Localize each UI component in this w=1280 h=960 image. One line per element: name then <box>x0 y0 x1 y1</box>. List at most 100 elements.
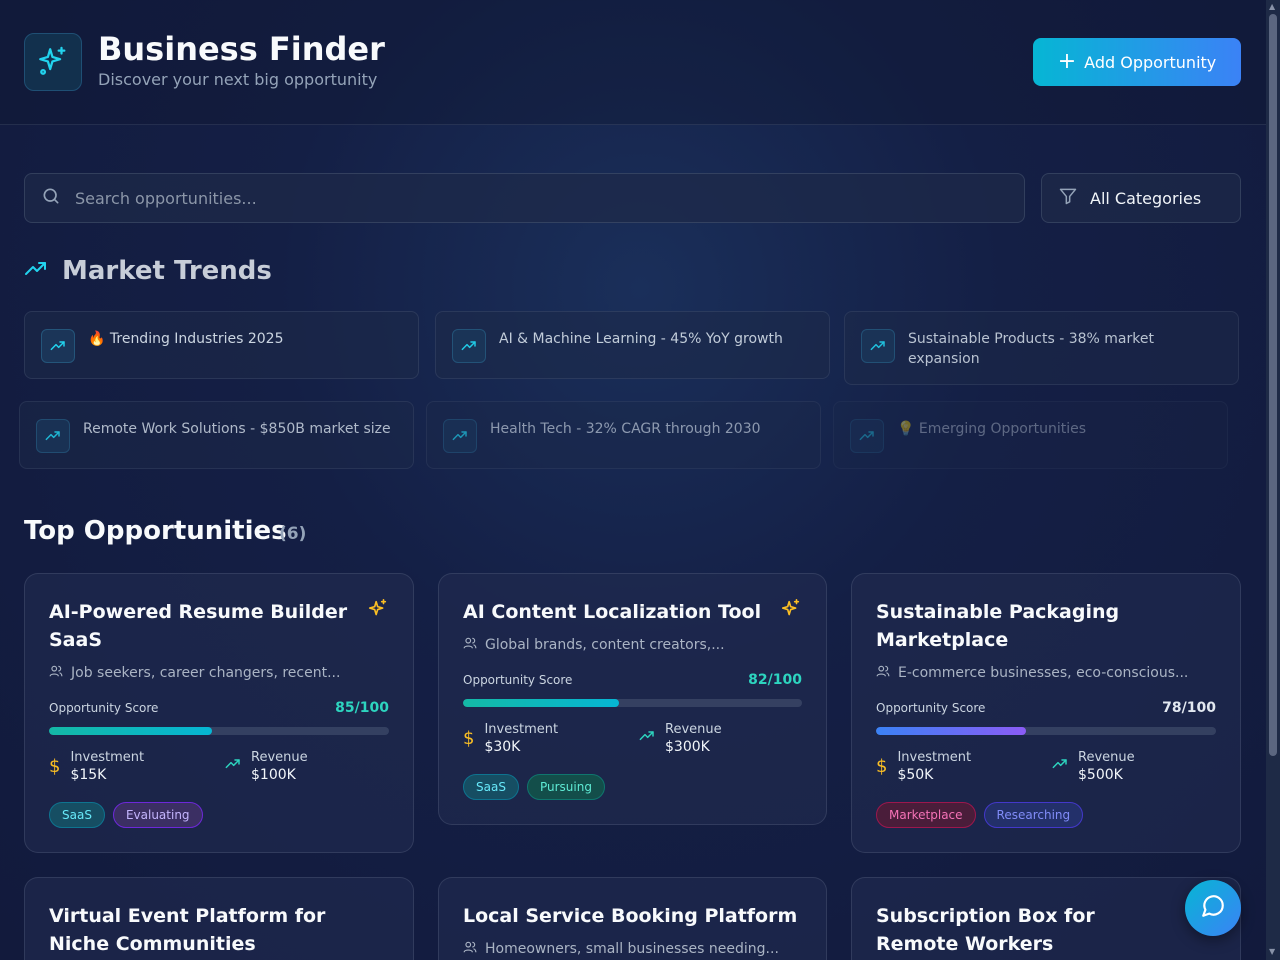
audience-text: Homeowners, small businesses needing... <box>485 941 779 957</box>
opportunity-card[interactable]: Virtual Event Platform for Niche Communi… <box>24 877 414 960</box>
plus-icon: + <box>1057 49 1077 74</box>
investment-metric: $ Investment $50K <box>876 750 971 783</box>
trend-card[interactable]: 💡 Emerging Opportunities <box>833 401 1228 469</box>
revenue-label: Revenue <box>251 750 308 765</box>
revenue-metric: Revenue $500K <box>1052 750 1135 783</box>
audience-text: Global brands, content creators,... <box>485 637 725 653</box>
score-bar <box>876 727 1216 735</box>
investment-label: Investment <box>897 750 972 765</box>
investment-value: $15K <box>70 767 107 783</box>
add-opportunity-label: Add Opportunity <box>1084 52 1217 72</box>
trend-text: Health Tech - 32% CAGR through 2030 <box>490 421 761 437</box>
trending-up-icon <box>1052 756 1068 776</box>
trend-card[interactable]: Remote Work Solutions - $850B market siz… <box>19 401 414 469</box>
chat-button[interactable] <box>1185 880 1241 936</box>
opportunity-card[interactable]: Subscription Box for Remote Workers <box>851 877 1241 960</box>
trend-card[interactable]: Health Tech - 32% CAGR through 2030 <box>426 401 821 469</box>
trend-text: AI & Machine Learning - 45% YoY growth <box>499 331 783 347</box>
score-value: 85/100 <box>335 700 389 716</box>
opportunity-title: AI Content Localization Tool <box>463 601 762 623</box>
sparkles-logo-icon <box>24 33 82 91</box>
opportunity-title: Subscription Box for Remote Workers <box>876 905 1095 955</box>
app-title: Business Finder <box>98 30 385 68</box>
revenue-metric: Revenue $100K <box>225 750 308 783</box>
trending-up-icon <box>36 419 70 453</box>
score-bar-fill <box>49 727 213 735</box>
score-value: 82/100 <box>748 672 802 688</box>
search-input[interactable] <box>75 188 975 208</box>
trending-up-icon <box>225 756 241 776</box>
investment-metric: $ Investment $15K <box>49 750 144 783</box>
score-bar-fill <box>876 727 1026 735</box>
category-select[interactable]: All Categories <box>1041 173 1241 223</box>
page-scrollbar[interactable]: ▲ ▼ <box>1266 0 1280 960</box>
score-label: Opportunity Score <box>49 701 159 715</box>
trend-text: Sustainable Products - 38% market expans… <box>908 331 1154 367</box>
filter-icon <box>1058 186 1078 210</box>
opportunity-title: Local Service Booking Platform <box>463 905 798 927</box>
trending-up-icon <box>639 728 655 748</box>
audience-text: E-commerce businesses, eco-conscious... <box>898 665 1189 681</box>
trend-card[interactable]: AI & Machine Learning - 45% YoY growth <box>435 311 830 379</box>
dollar-icon: $ <box>876 756 888 777</box>
revenue-value: $300K <box>665 739 710 755</box>
trend-card[interactable]: 🔥 Trending Industries 2025 <box>24 311 419 379</box>
trending-up-icon <box>24 257 48 285</box>
trend-card[interactable]: Sustainable Products - 38% market expans… <box>844 311 1239 385</box>
users-icon <box>463 636 477 654</box>
investment-value: $30K <box>484 739 521 755</box>
category-tag[interactable]: Marketplace <box>876 802 976 828</box>
trending-up-icon <box>861 329 895 363</box>
opportunity-title: AI-Powered Resume Builder SaaS <box>49 601 348 651</box>
market-trends-title: Market Trends <box>62 256 272 286</box>
investment-label: Investment <box>484 722 559 737</box>
trending-up-icon <box>41 329 75 363</box>
add-opportunity-button[interactable]: + Add Opportunity <box>1033 38 1241 86</box>
opportunity-card[interactable]: AI Content Localization Tool Global bran… <box>438 573 827 825</box>
target-audience: E-commerce businesses, eco-conscious... <box>876 664 1188 682</box>
score-value: 78/100 <box>1162 700 1216 716</box>
search-icon <box>41 186 61 210</box>
message-circle-icon <box>1200 893 1226 923</box>
target-audience: Global brands, content creators,... <box>463 636 725 654</box>
app-header: Business Finder Discover your next big o… <box>0 0 1266 125</box>
users-icon <box>876 664 890 682</box>
app-subtitle: Discover your next big opportunity <box>98 70 378 89</box>
search-bar[interactable] <box>24 173 1025 223</box>
score-bar <box>49 727 389 735</box>
opportunity-card[interactable]: AI-Powered Resume Builder SaaS Job seeke… <box>24 573 414 853</box>
score-label: Opportunity Score <box>876 701 986 715</box>
opportunity-title: Virtual Event Platform for Niche Communi… <box>49 905 326 955</box>
scroll-down-arrow-icon[interactable]: ▼ <box>1269 947 1275 956</box>
trend-text: 💡 Emerging Opportunities <box>897 421 1086 437</box>
opportunity-count: (6) <box>279 524 307 544</box>
trend-text: 🔥 Trending Industries 2025 <box>88 331 284 347</box>
category-tag[interactable]: SaaS <box>49 802 105 828</box>
target-audience: Homeowners, small businesses needing... <box>463 940 779 958</box>
score-bar <box>463 699 802 707</box>
trend-text: Remote Work Solutions - $850B market siz… <box>83 421 391 437</box>
target-audience: Job seekers, career changers, recent... <box>49 664 340 682</box>
status-tag[interactable]: Pursuing <box>526 774 605 800</box>
tag-list: Marketplace Researching <box>876 802 1084 828</box>
market-trends-heading: Market Trends <box>24 256 272 286</box>
dollar-icon: $ <box>49 756 61 777</box>
sparkles-icon <box>780 598 802 624</box>
opportunity-card[interactable]: Local Service Booking Platform Homeowner… <box>438 877 827 960</box>
revenue-label: Revenue <box>1078 750 1135 765</box>
status-tag[interactable]: Evaluating <box>112 802 203 828</box>
score-bar-fill <box>463 699 619 707</box>
revenue-value: $100K <box>251 767 296 783</box>
revenue-label: Revenue <box>665 722 722 737</box>
trending-up-icon <box>850 419 884 453</box>
opportunity-title: Sustainable Packaging Marketplace <box>876 601 1120 651</box>
category-tag[interactable]: SaaS <box>463 774 519 800</box>
investment-metric: $ Investment $30K <box>463 722 558 755</box>
tag-list: SaaS Pursuing <box>463 774 605 800</box>
scrollbar-thumb[interactable] <box>1269 14 1277 756</box>
status-tag[interactable]: Researching <box>983 802 1084 828</box>
sparkles-icon <box>367 598 389 624</box>
scroll-up-arrow-icon[interactable]: ▲ <box>1269 2 1275 11</box>
tag-list: SaaS Evaluating <box>49 802 203 828</box>
opportunity-card[interactable]: Sustainable Packaging Marketplace E-comm… <box>851 573 1241 853</box>
